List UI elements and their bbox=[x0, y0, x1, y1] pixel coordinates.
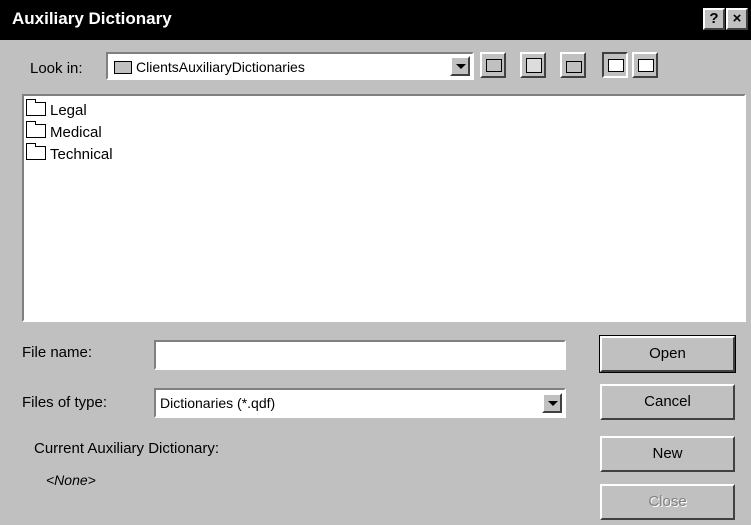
auxiliary-dictionary-dialog: Auxiliary Dictionary ? × Look in: Client… bbox=[0, 0, 751, 525]
chevron-down-icon[interactable] bbox=[450, 56, 470, 76]
file-name-label: File name: bbox=[22, 344, 93, 361]
file-name-input[interactable] bbox=[154, 340, 566, 370]
new-folder-icon bbox=[566, 61, 582, 73]
look-in-value: ClientsAuxiliaryDictionaries bbox=[136, 59, 305, 75]
look-in-combo[interactable]: ClientsAuxiliaryDictionaries bbox=[106, 52, 474, 80]
current-dictionary-label: Current Auxiliary Dictionary: bbox=[34, 440, 220, 457]
list-item[interactable]: Medical bbox=[26, 121, 102, 141]
new-button[interactable]: New bbox=[600, 436, 735, 472]
up-one-level-icon bbox=[486, 59, 502, 72]
open-button[interactable]: Open bbox=[599, 335, 736, 373]
current-dictionary-value: <None> bbox=[46, 472, 96, 488]
up-one-level-button[interactable] bbox=[480, 52, 506, 78]
chevron-down-icon[interactable] bbox=[542, 393, 562, 413]
list-view-icon bbox=[608, 59, 624, 72]
folder-icon bbox=[114, 61, 132, 74]
details-view-button[interactable] bbox=[632, 52, 658, 78]
close-window-button[interactable]: × bbox=[726, 8, 748, 30]
desktop-icon bbox=[526, 58, 542, 73]
window-title: Auxiliary Dictionary bbox=[12, 9, 172, 28]
folder-icon bbox=[26, 143, 46, 160]
folder-icon bbox=[26, 121, 46, 138]
details-view-icon bbox=[638, 59, 654, 72]
cancel-button[interactable]: Cancel bbox=[600, 384, 735, 420]
help-button[interactable]: ? bbox=[703, 8, 725, 30]
look-in-label: Look in: bbox=[30, 60, 83, 77]
files-of-type-label: Files of type: bbox=[22, 394, 108, 411]
desktop-button[interactable] bbox=[520, 52, 546, 78]
list-item[interactable]: Legal bbox=[26, 99, 87, 119]
new-folder-button[interactable] bbox=[560, 52, 586, 78]
list-item[interactable]: Technical bbox=[26, 143, 113, 163]
title-bar[interactable]: Auxiliary Dictionary ? × bbox=[0, 0, 751, 40]
files-of-type-value: Dictionaries (*.qdf) bbox=[160, 395, 276, 411]
list-view-button[interactable] bbox=[602, 52, 628, 78]
folder-icon bbox=[26, 99, 46, 116]
file-list[interactable]: Legal Medical Technical bbox=[22, 94, 746, 322]
close-icon: × bbox=[732, 10, 742, 27]
close-button: Close bbox=[600, 484, 735, 520]
help-icon: ? bbox=[709, 10, 719, 27]
files-of-type-select[interactable]: Dictionaries (*.qdf) bbox=[154, 388, 566, 418]
